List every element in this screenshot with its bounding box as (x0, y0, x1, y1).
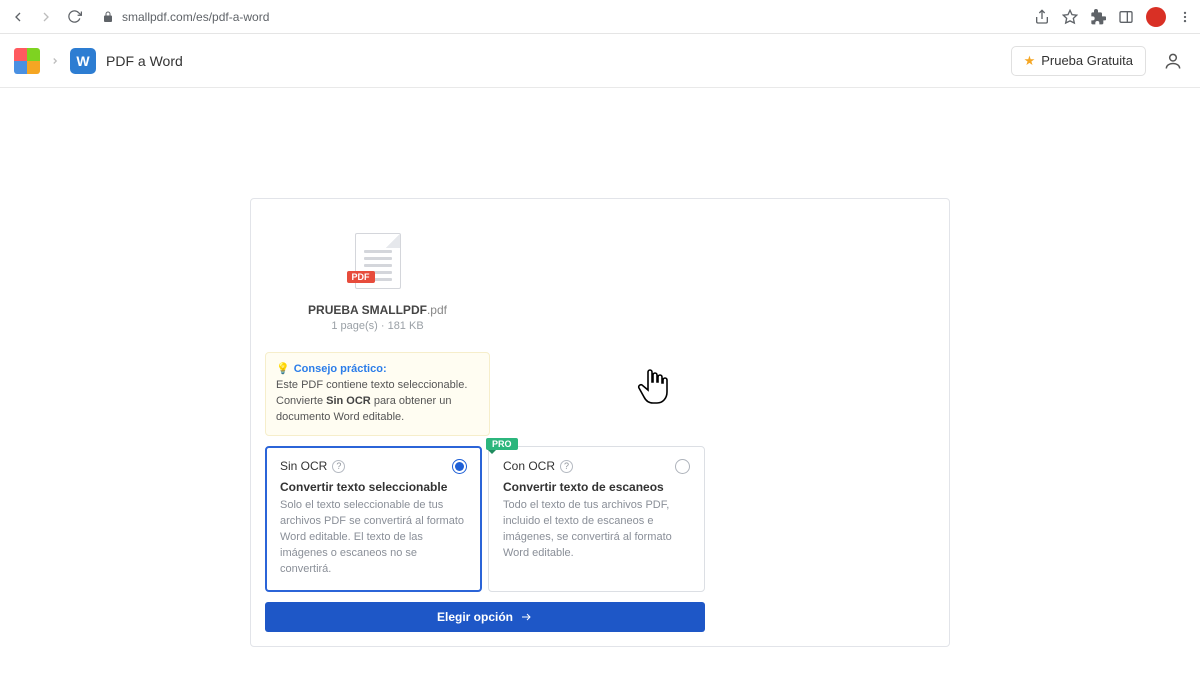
option-con-ocr[interactable]: PRO Con OCR ? Convertir texto de escaneo… (488, 446, 705, 593)
file-meta: 1 page(s) · 181 KB (331, 320, 423, 332)
extensions-icon[interactable] (1090, 9, 1106, 25)
radio-selected[interactable] (452, 459, 467, 474)
file-name: PRUEBA SMALLPDF.pdf (308, 303, 447, 317)
pdf-badge: PDF (347, 271, 375, 283)
tool-badge: W (70, 48, 96, 74)
star-icon[interactable] (1062, 9, 1078, 25)
url-text: smallpdf.com/es/pdf-a-word (122, 10, 269, 24)
star-filled-icon: ★ (1024, 53, 1036, 69)
tip-title: Consejo práctico: (294, 363, 387, 375)
conversion-options-card: PDF PRUEBA SMALLPDF.pdf 1 page(s) · 181 … (250, 198, 950, 647)
free-trial-label: Prueba Gratuita (1041, 53, 1133, 68)
back-button[interactable] (8, 7, 28, 27)
option-b-desc: Todo el texto de tus archivos PDF, inclu… (503, 498, 690, 562)
app-header: W PDF a Word ★ Prueba Gratuita (0, 34, 1200, 88)
option-a-desc: Solo el texto seleccionable de tus archi… (280, 498, 467, 578)
browser-toolbar: smallpdf.com/es/pdf-a-word (0, 0, 1200, 34)
profile-avatar[interactable] (1146, 7, 1166, 27)
file-name-bold: PRUEBA SMALLPDF (308, 303, 427, 317)
tip-box: 💡Consejo práctico: Este PDF contiene tex… (265, 352, 490, 436)
panel-icon[interactable] (1118, 9, 1134, 25)
file-extension: .pdf (427, 303, 447, 317)
option-sin-ocr[interactable]: Sin OCR ? Convertir texto seleccionable … (265, 446, 482, 593)
free-trial-button[interactable]: ★ Prueba Gratuita (1011, 46, 1146, 76)
option-b-label: Con OCR (503, 459, 555, 473)
pro-badge: PRO (486, 438, 518, 450)
chevron-right-icon (50, 56, 60, 66)
option-b-title: Convertir texto de escaneos (503, 480, 690, 494)
help-icon[interactable]: ? (332, 460, 345, 473)
arrow-right-icon (519, 611, 533, 623)
choose-option-button[interactable]: Elegir opción (265, 602, 705, 632)
radio-unselected[interactable] (675, 459, 690, 474)
file-summary: PDF PRUEBA SMALLPDF.pdf 1 page(s) · 181 … (265, 213, 490, 436)
address-bar[interactable]: smallpdf.com/es/pdf-a-word (92, 10, 1026, 24)
lock-icon (102, 11, 114, 23)
lightbulb-icon: 💡 (276, 363, 290, 375)
option-a-label: Sin OCR (280, 459, 327, 473)
tip-text-bold: Sin OCR (326, 395, 371, 407)
document-icon: PDF (355, 233, 401, 289)
browser-right-icons (1034, 7, 1192, 27)
page-title: PDF a Word (106, 53, 183, 69)
share-icon[interactable] (1034, 9, 1050, 25)
help-icon[interactable]: ? (560, 460, 573, 473)
forward-button[interactable] (36, 7, 56, 27)
choose-button-label: Elegir opción (437, 610, 513, 624)
app-logo[interactable] (14, 48, 40, 74)
option-a-title: Convertir texto seleccionable (280, 480, 467, 494)
reload-button[interactable] (64, 7, 84, 27)
account-icon[interactable] (1160, 48, 1186, 74)
kebab-menu-icon[interactable] (1178, 10, 1192, 24)
